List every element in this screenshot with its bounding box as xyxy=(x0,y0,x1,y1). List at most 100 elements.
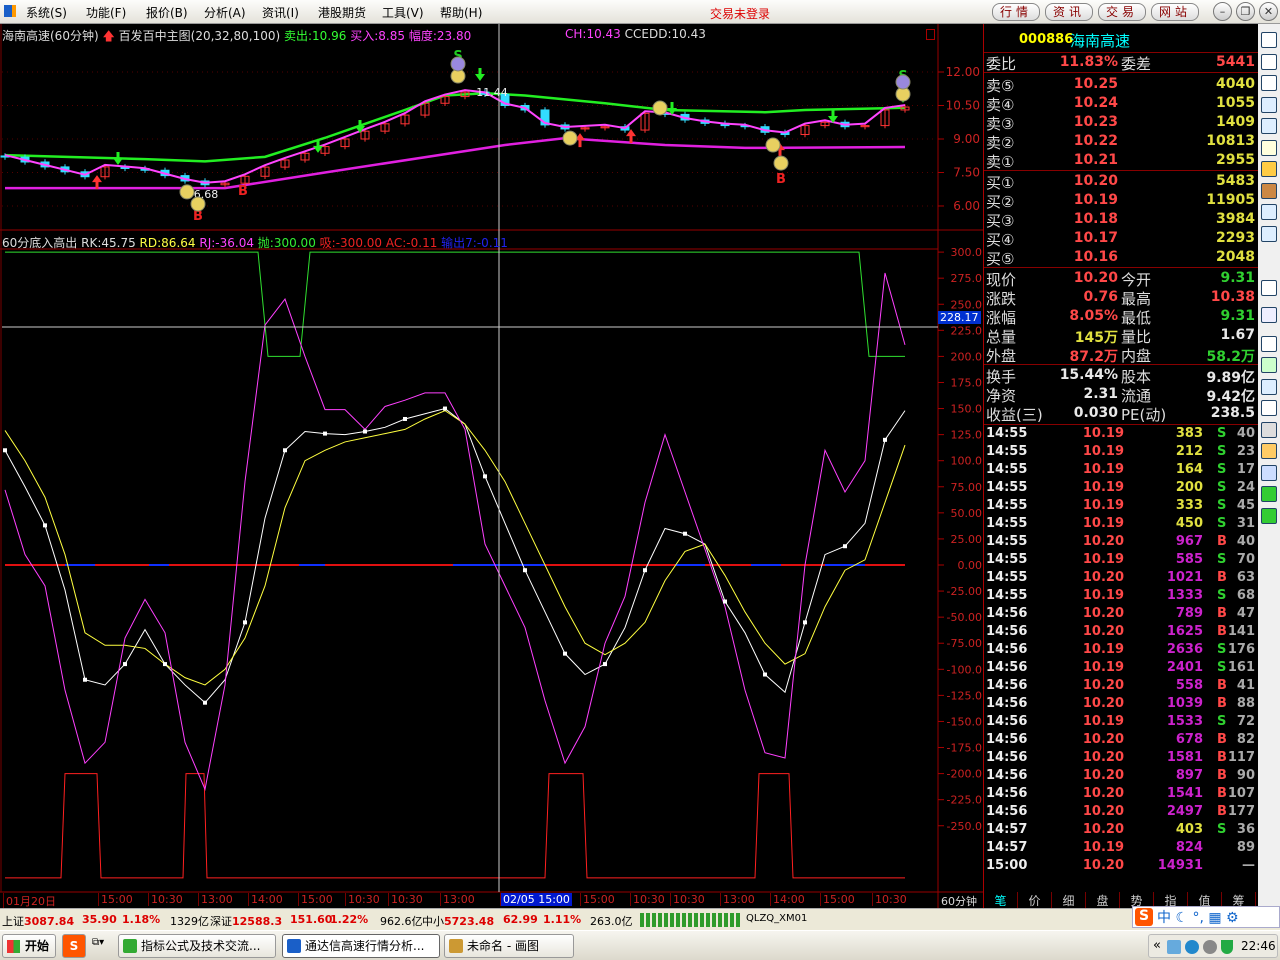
report-icon[interactable] xyxy=(1261,118,1277,134)
app-icon xyxy=(123,939,137,953)
window-list-icon[interactable] xyxy=(1261,96,1277,113)
menu-item[interactable]: 工具(V) xyxy=(382,4,424,21)
volume-icon[interactable] xyxy=(1203,940,1217,954)
start-button[interactable]: 开始 xyxy=(2,934,56,958)
network-icon[interactable] xyxy=(1167,940,1181,954)
menu-item[interactable]: 资讯(I) xyxy=(262,4,299,21)
tree-icon[interactable] xyxy=(1261,139,1277,156)
trade-price: 10.20 xyxy=(1082,678,1124,693)
rd-value: RD:86.64 xyxy=(139,236,196,250)
quicklaunch-more-icon[interactable]: ⧉▾ xyxy=(92,937,104,948)
top-nav-button[interactable]: 行情 xyxy=(992,3,1040,21)
stat-label: 总量 xyxy=(986,328,1017,346)
ime-toolbar[interactable]: S 中 ☾ °, ▦ ⚙ xyxy=(1132,906,1280,928)
top-nav-button[interactable]: 网站 xyxy=(1151,3,1199,21)
grid-icon[interactable] xyxy=(1261,378,1277,395)
series-line-rj xyxy=(4,272,906,791)
restore-button[interactable]: ❐ xyxy=(1236,2,1255,21)
move-icon[interactable] xyxy=(1261,464,1277,481)
smiley-icon xyxy=(652,100,668,116)
crosshair-value-label: 228.17 xyxy=(938,311,981,324)
rsi-icon[interactable] xyxy=(1261,335,1277,352)
trade-count: 24 xyxy=(1236,480,1255,495)
wave-icon[interactable] xyxy=(1261,307,1277,323)
security-shield-icon[interactable] xyxy=(1221,940,1233,954)
trade-volume: 1039 xyxy=(1166,696,1203,711)
detail-tab[interactable]: 价 xyxy=(1018,892,1052,909)
dollar-icon[interactable] xyxy=(1261,400,1277,416)
time-axis-label: 13:00 xyxy=(198,893,233,906)
time-axis-label: 14:00 xyxy=(770,893,805,906)
top-nav-button[interactable]: 资讯 xyxy=(1045,3,1093,21)
ch-value: CH:10.43 xyxy=(565,27,621,41)
y-tick-label: -75.00 xyxy=(947,637,982,650)
up-green-icon[interactable] xyxy=(1261,486,1277,502)
sell-value: 卖出:10.96 xyxy=(284,29,347,43)
time-axis-label: 15:00 xyxy=(820,893,855,906)
browser-tray-icon[interactable] xyxy=(1185,940,1199,954)
sz-amount: 962.6亿 xyxy=(380,915,423,928)
trade-time: 14:55 xyxy=(986,588,1028,603)
trade-volume: 383 xyxy=(1175,426,1203,441)
refresh-icon[interactable] xyxy=(1261,357,1277,373)
etf-icon[interactable] xyxy=(1261,280,1277,296)
y-tick-label: -100.0 xyxy=(947,663,982,676)
menu-item[interactable]: 帮助(H) xyxy=(440,4,482,21)
candle-chart-icon[interactable] xyxy=(1261,75,1277,91)
taskbar-item[interactable]: 通达信高速行情分析... xyxy=(282,934,440,958)
trade-volume: 1333 xyxy=(1166,588,1203,603)
trade-count: 176 xyxy=(1227,642,1255,657)
period-selector[interactable]: 60分钟 xyxy=(941,893,977,909)
trade-price: 10.19 xyxy=(1082,588,1124,603)
menu-item[interactable]: 分析(A) xyxy=(204,4,246,21)
series-line-rd xyxy=(4,410,906,686)
search-icon[interactable] xyxy=(1261,225,1277,242)
trade-time: 15:00 xyxy=(986,858,1028,873)
chart-settings-icon[interactable] xyxy=(926,29,935,40)
trade-count: 41 xyxy=(1236,678,1255,693)
time-axis-label: 10:30 xyxy=(630,893,665,906)
stat-value: 15.44% xyxy=(1059,367,1118,383)
users-icon[interactable] xyxy=(1261,182,1277,199)
stat-label: 现价 xyxy=(986,271,1017,289)
rk-point xyxy=(123,662,127,667)
rj-value: RJ:-36.04 xyxy=(199,236,254,250)
ac-value: AC:-0.11 xyxy=(385,236,438,250)
sub-indicator-name[interactable]: 60分底入高出 xyxy=(2,236,77,250)
menu-item[interactable]: 港股期货 xyxy=(318,4,366,21)
formula-icon[interactable] xyxy=(1261,204,1277,220)
line-chart-icon[interactable] xyxy=(1261,53,1277,70)
gold-icon[interactable] xyxy=(1261,161,1277,177)
stock-name: 海南高速 xyxy=(1070,32,1131,50)
trade-volume: 897 xyxy=(1175,768,1203,783)
chart-area[interactable]: 12.0010.509.007.506.00SSBBB11.446.68300.… xyxy=(0,24,983,909)
stat-label: 最高 xyxy=(1121,290,1152,308)
time-axis-label: 10:30 xyxy=(872,893,907,906)
trade-price: 10.20 xyxy=(1082,732,1124,747)
y-tick-label: 275.0 xyxy=(951,272,983,285)
pencil-icon[interactable] xyxy=(1261,443,1277,459)
time-axis-label: 02/05 15:00 xyxy=(500,893,572,906)
taskbar-item[interactable]: 未命名 - 画图 xyxy=(444,934,574,958)
tray-expand-icon[interactable]: « xyxy=(1153,938,1161,953)
detail-tab[interactable]: 盘 xyxy=(1086,892,1120,909)
menu-item[interactable]: 系统(S) xyxy=(26,4,67,21)
series-line-rk xyxy=(4,408,906,704)
minimize-button[interactable]: – xyxy=(1213,2,1232,21)
menu-item[interactable]: 功能(F) xyxy=(86,4,126,21)
indicator-name[interactable]: 百发百中主图(20,32,80,100) xyxy=(119,29,281,43)
down-green-icon[interactable] xyxy=(1261,507,1277,524)
y-tick-label: 0.00 xyxy=(958,559,983,572)
sh-amount: 1329亿 xyxy=(170,915,209,928)
quote-table-icon[interactable] xyxy=(1261,32,1277,48)
detail-tab[interactable]: 笔 xyxy=(984,892,1018,909)
tools-icon[interactable] xyxy=(1261,421,1277,438)
close-button[interactable]: ✕ xyxy=(1259,2,1278,21)
taskbar-item[interactable]: 指标公式及技术交流... xyxy=(118,934,276,958)
sogou-quicklaunch[interactable]: S xyxy=(62,934,86,958)
top-nav-button[interactable]: 交易 xyxy=(1098,3,1146,21)
menu-item[interactable]: 报价(B) xyxy=(146,4,188,21)
order-volume: 2048 xyxy=(1216,249,1255,265)
trade-price: 10.19 xyxy=(1082,714,1124,729)
detail-tab[interactable]: 细 xyxy=(1052,892,1086,909)
